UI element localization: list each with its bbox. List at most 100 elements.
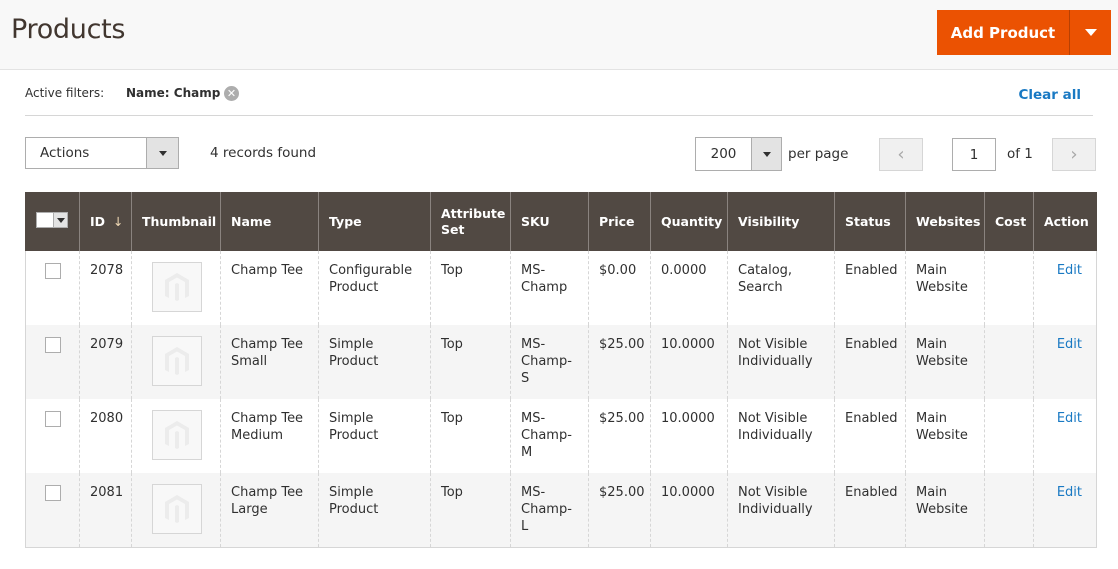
mass-actions-dropdown[interactable]: Actions [25,137,179,169]
thumbnail-cell [131,399,221,473]
clear-all-filters-link[interactable]: Clear all [1018,87,1081,103]
remove-filter-icon[interactable]: ✕ [224,86,239,101]
table-row: 2079 Champ Tee Small Simple Product Top … [25,325,1097,399]
name-cell: Champ Tee Large [220,473,319,548]
websites-cell: Main Website [905,251,985,325]
edit-link[interactable]: Edit [1044,336,1086,353]
id-cell: 2078 [79,251,132,325]
sort-descending-icon: ↓ [113,213,124,229]
attribute-set-cell: Top [430,325,511,399]
add-product-button[interactable]: Add Product [937,10,1069,55]
visibility-cell: Not Visible Individually [727,473,835,548]
table-row: 2078 Champ Tee Configurable Product Top … [25,251,1097,325]
websites-cell: Main Website [905,325,985,399]
column-header-attribute-set[interactable]: Attribute Set [430,192,511,251]
product-thumbnail[interactable] [152,262,202,312]
chevron-right-icon: › [1070,144,1078,165]
current-page-input[interactable] [952,138,996,171]
row-select-cell [25,325,80,399]
attribute-set-cell: Top [430,251,511,325]
active-filters-bar: Active filters: Name: Champ ✕ Clear all [25,72,1093,116]
mass-select-toggle[interactable] [53,213,67,227]
row-checkbox[interactable] [45,337,61,353]
table-row: 2081 Champ Tee Large Simple Product Top … [25,473,1097,548]
column-header-price[interactable]: Price [588,192,651,251]
attribute-set-cell: Top [430,473,511,548]
records-found-count: 4 records found [210,145,317,161]
per-page-select[interactable]: 200 [695,137,782,171]
id-cell: 2080 [79,399,132,473]
action-cell: Edit [1033,473,1097,548]
row-checkbox[interactable] [45,485,61,501]
mass-select-box[interactable] [37,213,53,227]
type-cell: Configurable Product [318,251,431,325]
column-header-id[interactable]: ID ↓ [79,192,132,251]
price-cell: $25.00 [588,473,651,548]
chevron-down-icon [56,217,65,223]
column-header-websites[interactable]: Websites [905,192,985,251]
cost-cell [984,473,1034,548]
cost-cell [984,325,1034,399]
name-cell: Champ Tee Medium [220,399,319,473]
thumbnail-cell [131,325,221,399]
row-checkbox[interactable] [45,263,61,279]
page-header: Products Add Product [0,0,1118,70]
id-cell: 2079 [79,325,132,399]
product-thumbnail[interactable] [152,336,202,386]
row-select-cell [25,251,80,325]
column-header-name[interactable]: Name [220,192,319,251]
thumbnail-cell [131,473,221,548]
column-header-visibility[interactable]: Visibility [727,192,835,251]
column-header-quantity[interactable]: Quantity [650,192,728,251]
column-header-status[interactable]: Status [834,192,906,251]
type-cell: Simple Product [318,399,431,473]
name-cell: Champ Tee [220,251,319,325]
visibility-cell: Not Visible Individually [727,399,835,473]
price-cell: $0.00 [588,251,651,325]
row-select-cell [25,473,80,548]
quantity-cell: 10.0000 [650,399,728,473]
product-thumbnail[interactable] [152,484,202,534]
price-cell: $25.00 [588,399,651,473]
column-header-action: Action [1033,192,1097,251]
next-page-button[interactable]: › [1052,138,1096,171]
row-checkbox[interactable] [45,411,61,427]
page-title: Products [11,14,126,45]
per-page-value: 200 [710,146,737,162]
id-cell: 2081 [79,473,132,548]
chevron-down-icon [762,151,771,157]
row-select-cell [25,399,80,473]
action-cell: Edit [1033,325,1097,399]
edit-link[interactable]: Edit [1044,410,1086,427]
edit-link[interactable]: Edit [1044,262,1086,279]
name-cell: Champ Tee Small [220,325,319,399]
placeholder-logo-icon [165,347,189,375]
active-filters-label: Active filters: [25,86,105,100]
visibility-cell: Not Visible Individually [727,325,835,399]
mass-actions-toggle[interactable] [146,138,178,168]
column-header-type[interactable]: Type [318,192,431,251]
action-cell: Edit [1033,399,1097,473]
chevron-down-icon [158,150,167,156]
column-header-sku[interactable]: SKU [510,192,589,251]
mass-actions-label: Actions [40,145,90,161]
sku-cell: MS-Champ-M [510,399,589,473]
column-header-thumbnail: Thumbnail [131,192,221,251]
previous-page-button[interactable]: ‹ [879,138,923,171]
per-page-toggle[interactable] [751,138,781,170]
add-product-split-button: Add Product [937,10,1111,55]
column-header-cost[interactable]: Cost [984,192,1034,251]
status-cell: Enabled [834,473,906,548]
product-thumbnail[interactable] [152,410,202,460]
edit-link[interactable]: Edit [1044,484,1086,501]
sku-cell: MS-Champ-S [510,325,589,399]
quantity-cell: 10.0000 [650,473,728,548]
websites-cell: Main Website [905,473,985,548]
status-cell: Enabled [834,399,906,473]
mass-select-checkbox[interactable] [36,212,68,228]
add-product-dropdown-toggle[interactable] [1070,10,1111,55]
column-mass-select [25,192,80,251]
chevron-down-icon [1084,29,1097,36]
quantity-cell: 0.0000 [650,251,728,325]
placeholder-logo-icon [165,421,189,449]
